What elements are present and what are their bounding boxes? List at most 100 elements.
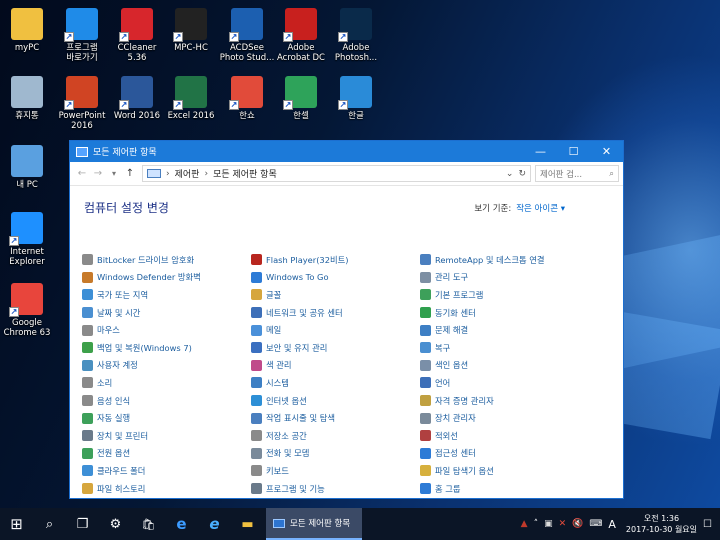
refresh-icon[interactable]: ↻ (518, 169, 526, 179)
desktop-icon[interactable]: ↗ 한쇼 (216, 76, 278, 121)
tray-app-icon[interactable]: ▣ (544, 519, 553, 529)
control-panel-item[interactable]: 파일 히스토리 (82, 480, 251, 498)
control-panel-item[interactable]: BitLocker 드라이브 암호화 (82, 251, 251, 269)
maximize-button[interactable]: ☐ (557, 141, 590, 162)
desktop-icon[interactable]: ↗ Internet Explorer (0, 212, 58, 267)
desktop-icon[interactable]: ↗ 한글 (325, 76, 387, 121)
desktop-icon[interactable]: myPC (0, 8, 58, 53)
shortcut-arrow-icon: ↗ (119, 32, 129, 42)
desktop-icon[interactable]: ↗ Google Chrome 63 (0, 283, 58, 338)
control-panel-item[interactable]: 프로그램 및 기능 (251, 480, 420, 498)
title-bar[interactable]: 모든 제어판 항목 — ☐ ✕ (70, 141, 623, 162)
taskbar-window-control-panel[interactable]: 모든 제어판 항목 (266, 508, 362, 540)
control-panel-item[interactable]: 자동 실행 (82, 409, 251, 427)
control-panel-item[interactable]: 시스템 (251, 374, 420, 392)
control-panel-item[interactable]: 기본 프로그램 (420, 286, 589, 304)
minimize-button[interactable]: — (524, 141, 557, 162)
control-panel-item[interactable]: 사용자 계정 (82, 357, 251, 375)
chevron-down-icon[interactable]: ⌄ (506, 169, 514, 179)
up-button[interactable]: ↑ (122, 168, 138, 179)
desktop-icon[interactable]: ↗ 한셀 (270, 76, 332, 121)
desktop-icon[interactable]: ↗ ACDSee Photo Stud... (216, 8, 278, 63)
breadcrumb-control-panel[interactable]: 제어판 (175, 167, 200, 180)
desktop-icon[interactable]: ↗ MPC-HC (160, 8, 222, 53)
desktop-icon[interactable]: 휴지통 (0, 76, 58, 121)
control-panel-item[interactable]: 관리 도구 (420, 269, 589, 287)
control-panel-item[interactable]: RemoteApp 및 데스크톱 연결 (420, 251, 589, 269)
action-center-icon[interactable]: ☐ (703, 519, 712, 530)
control-panel-item[interactable]: 파일 탐색기 옵션 (420, 462, 589, 480)
control-panel-item[interactable]: 전원 옵션 (82, 445, 251, 463)
control-panel-item[interactable]: 메일 (251, 321, 420, 339)
desktop-icon[interactable]: ↗ Excel 2016 (160, 76, 222, 121)
back-button[interactable]: ← (74, 168, 90, 179)
control-panel-item[interactable]: 소리 (82, 374, 251, 392)
view-by: 보기 기준: 작은 아이콘 ▾ (474, 202, 565, 214)
control-panel-item[interactable]: 장치 및 프린터 (82, 427, 251, 445)
clock[interactable]: 오전 1:36 2017-10-30 월요일 (626, 513, 697, 535)
control-panel-item[interactable]: 마우스 (82, 321, 251, 339)
tray-app-icon[interactable]: ▲ (521, 519, 528, 529)
search-input[interactable]: 제어판 검... ⌕ (535, 165, 619, 182)
control-panel-item[interactable]: 적외선 (420, 427, 589, 445)
control-panel-item-icon (251, 289, 262, 301)
desktop-icon[interactable]: ↗ Adobe Photosh... (325, 8, 387, 63)
desktop-icon[interactable]: ↗ PowerPoint 2016 (51, 76, 113, 131)
desktop-icon[interactable]: ↗ Word 2016 (106, 76, 168, 121)
desktop-icon[interactable]: ↗ CCleaner 5.36 (106, 8, 168, 63)
control-panel-item[interactable]: 보안 및 유지 관리 (251, 339, 420, 357)
search-button[interactable]: ⌕ (33, 508, 66, 540)
control-panel-item[interactable]: 음성 인식 (82, 392, 251, 410)
show-hidden-icons-icon[interactable]: ˄ (534, 519, 539, 529)
control-panel-item[interactable]: 홈 그룹 (420, 480, 589, 498)
ime-indicator[interactable]: A (608, 518, 616, 531)
control-panel-item[interactable]: 접근성 센터 (420, 445, 589, 463)
view-by-dropdown[interactable]: 작은 아이콘 ▾ (516, 204, 565, 214)
control-panel-item[interactable]: 전화 및 모뎀 (251, 445, 420, 463)
control-panel-item-label: Windows To Go (266, 272, 329, 283)
control-panel-item[interactable]: 클라우드 폴더 (82, 462, 251, 480)
control-panel-item[interactable]: 색 관리 (251, 357, 420, 375)
close-button[interactable]: ✕ (590, 141, 623, 162)
start-button[interactable]: ⊞ (0, 508, 33, 540)
control-panel-item[interactable]: 복구 (420, 339, 589, 357)
touch-keyboard-icon[interactable]: ⌨ (589, 519, 602, 529)
control-panel-item[interactable]: 백업 및 복원(Windows 7) (82, 339, 251, 357)
taskbar-window-label: 모든 제어판 항목 (290, 519, 351, 529)
control-panel-item[interactable]: 글꼴 (251, 286, 420, 304)
address-bar[interactable]: › 제어판 › 모든 제어판 항목 ⌄ ↻ (142, 165, 531, 182)
control-panel-item[interactable]: 자격 증명 관리자 (420, 392, 589, 410)
desktop-icon[interactable]: ↗ Adobe Acrobat DC (270, 8, 332, 63)
control-panel-item[interactable]: 저장소 공간 (251, 427, 420, 445)
desktop-icon[interactable]: 내 PC (0, 145, 58, 190)
volume-icon[interactable]: 🔇 (572, 519, 583, 529)
control-panel-item[interactable]: 키보드 (251, 462, 420, 480)
file-explorer-icon[interactable]: ▬ (231, 508, 264, 540)
control-panel-item[interactable]: 네트워크 및 공유 센터 (251, 304, 420, 322)
control-panel-item[interactable]: 언어 (420, 374, 589, 392)
control-panel-item[interactable]: 날짜 및 시간 (82, 304, 251, 322)
edge-icon[interactable]: e (165, 508, 198, 540)
control-panel-item[interactable]: Windows Defender 방화벽 (82, 269, 251, 287)
control-panel-item[interactable]: Windows To Go (251, 269, 420, 287)
breadcrumb-all-items[interactable]: 모든 제어판 항목 (213, 167, 277, 180)
internet-explorer-icon[interactable]: e (198, 508, 231, 540)
shortcut-arrow-icon: ↗ (64, 100, 74, 110)
recent-locations-dropdown[interactable]: ▾ (106, 169, 122, 178)
settings-icon[interactable]: ⚙ (99, 508, 132, 540)
control-panel-item[interactable]: 문제 해결 (420, 321, 589, 339)
desktop-icon[interactable]: ↗ 프로그램 바로가기 (51, 8, 113, 63)
control-panel-item[interactable]: Flash Player(32비트) (251, 251, 420, 269)
network-disconnected-icon[interactable]: ✕ (559, 519, 567, 529)
control-panel-item-label: 작업 표시줄 및 탐색 (266, 413, 335, 424)
forward-button[interactable]: → (90, 168, 106, 179)
control-panel-item[interactable]: 장치 관리자 (420, 409, 589, 427)
control-panel-item[interactable]: 색인 옵션 (420, 357, 589, 375)
control-panel-item[interactable]: 국가 또는 지역 (82, 286, 251, 304)
control-panel-item[interactable]: 동기화 센터 (420, 304, 589, 322)
task-view-button[interactable]: ❐ (66, 508, 99, 540)
control-panel-item[interactable]: 작업 표시줄 및 탐색 (251, 409, 420, 427)
store-icon[interactable]: 🛍 (132, 508, 165, 540)
control-panel-item[interactable]: 인터넷 옵션 (251, 392, 420, 410)
control-panel-item-label: 전화 및 모뎀 (266, 448, 310, 459)
